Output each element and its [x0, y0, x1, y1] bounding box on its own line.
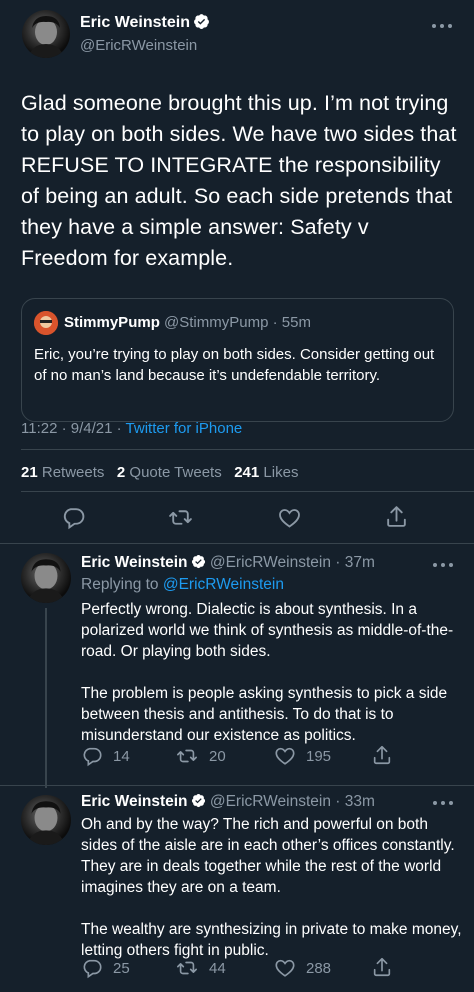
tweet-source-link[interactable]: Twitter for iPhone: [126, 420, 243, 437]
heart-icon: [275, 959, 295, 977]
like-button[interactable]: [277, 506, 302, 530]
reply-count: 14: [113, 747, 130, 765]
quoted-tweet[interactable]: StimmyPump @StimmyPump · 55m Eric, you’r…: [21, 298, 454, 422]
heart-icon: [275, 747, 295, 765]
more-options-icon[interactable]: [432, 24, 454, 30]
replying-to-link[interactable]: @EricRWeinstein: [163, 576, 284, 593]
tweet-text: Glad someone brought this up. I’m not tr…: [21, 91, 457, 270]
reply-paragraph: Perfectly wrong. Dialectic is about synt…: [81, 601, 454, 660]
retweet-icon: [177, 961, 197, 975]
retweet-button[interactable]: 20: [175, 745, 226, 767]
reply-button[interactable]: [61, 505, 86, 530]
replying-to: Replying to @EricRWeinstein: [81, 576, 284, 593]
tweet-meta: 11:22 · 9/4/21 · Twitter for iPhone: [21, 420, 242, 437]
reply-header: Eric Weinstein @EricRWeinstein · 37m: [81, 554, 375, 572]
reply-count: 25: [113, 959, 130, 977]
retweets-stat[interactable]: 21 Retweets: [21, 464, 104, 481]
reply-icon: [83, 959, 102, 979]
reply-paragraph: The wealthy are synthesizing in private …: [81, 921, 462, 959]
quote-author-avatar: [34, 311, 58, 335]
reply-author-handle[interactable]: @EricRWeinstein: [210, 793, 331, 810]
retweet-icon: [177, 749, 197, 763]
retweet-count: 20: [209, 747, 226, 765]
heart-icon: [279, 509, 300, 528]
retweet-button[interactable]: 44: [175, 957, 226, 979]
reply-button[interactable]: 14: [81, 745, 130, 767]
author-avatar[interactable]: [22, 10, 70, 58]
reply-icon: [63, 508, 85, 530]
like-button[interactable]: 195: [274, 745, 331, 767]
author-name[interactable]: Eric Weinstein: [80, 14, 190, 31]
share-button[interactable]: [371, 744, 393, 766]
reply-author-name[interactable]: Eric Weinstein: [81, 554, 188, 571]
quote-text: Eric, you’re trying to play on both side…: [34, 346, 435, 384]
divider: [21, 491, 474, 492]
reply-author-avatar[interactable]: [21, 553, 71, 603]
share-icon: [387, 506, 406, 527]
tweet-timestamp: 11:22 · 9/4/21 ·: [21, 420, 122, 437]
divider: [21, 449, 474, 450]
quote-tweets-stat[interactable]: 2 Quote Tweets: [117, 464, 222, 481]
share-icon: [373, 957, 391, 977]
more-options-icon[interactable]: [433, 801, 455, 807]
share-icon: [373, 745, 391, 765]
retweet-icon: [169, 510, 192, 525]
author-name-row[interactable]: Eric Weinstein: [80, 13, 210, 32]
divider: [0, 543, 474, 544]
reply-time: · 37m: [335, 554, 375, 571]
reply-text: Oh and by the way? The rich and powerful…: [81, 814, 466, 961]
quote-author-handle: @StimmyPump: [164, 314, 269, 331]
retweet-count: 44: [209, 959, 226, 977]
reply-time: · 33m: [335, 793, 375, 810]
verified-badge-icon: [194, 14, 209, 29]
more-options-icon[interactable]: [433, 563, 455, 569]
reply-author-avatar[interactable]: [21, 795, 71, 845]
author-handle[interactable]: @EricRWeinstein: [80, 37, 197, 54]
reply-paragraph: Oh and by the way? The rich and powerful…: [81, 816, 455, 896]
thread-line: [45, 608, 47, 788]
tweet-stats: 21 Retweets 2 Quote Tweets 241 Likes: [21, 464, 298, 481]
reply-author-handle[interactable]: @EricRWeinstein: [210, 554, 331, 571]
verified-badge-icon: [191, 793, 205, 808]
likes-stat[interactable]: 241 Likes: [234, 464, 298, 481]
verified-badge-icon: [191, 554, 205, 569]
retweet-button[interactable]: [167, 505, 194, 530]
divider: [0, 785, 474, 786]
quote-author-name: StimmyPump: [64, 314, 160, 331]
reply-paragraph: The problem is people asking synthesis t…: [81, 685, 448, 744]
share-button[interactable]: [384, 504, 409, 529]
reply-icon: [83, 747, 102, 767]
like-count: 195: [306, 747, 332, 765]
share-button[interactable]: [371, 956, 393, 978]
reply-header: Eric Weinstein @EricRWeinstein · 33m: [81, 793, 375, 811]
reply-text: Perfectly wrong. Dialectic is about synt…: [81, 599, 464, 746]
quote-time: · 55m: [272, 314, 311, 331]
reply-button[interactable]: 25: [81, 957, 130, 979]
like-button[interactable]: 288: [274, 957, 331, 979]
reply-author-name[interactable]: Eric Weinstein: [81, 793, 188, 810]
like-count: 288: [306, 959, 332, 977]
